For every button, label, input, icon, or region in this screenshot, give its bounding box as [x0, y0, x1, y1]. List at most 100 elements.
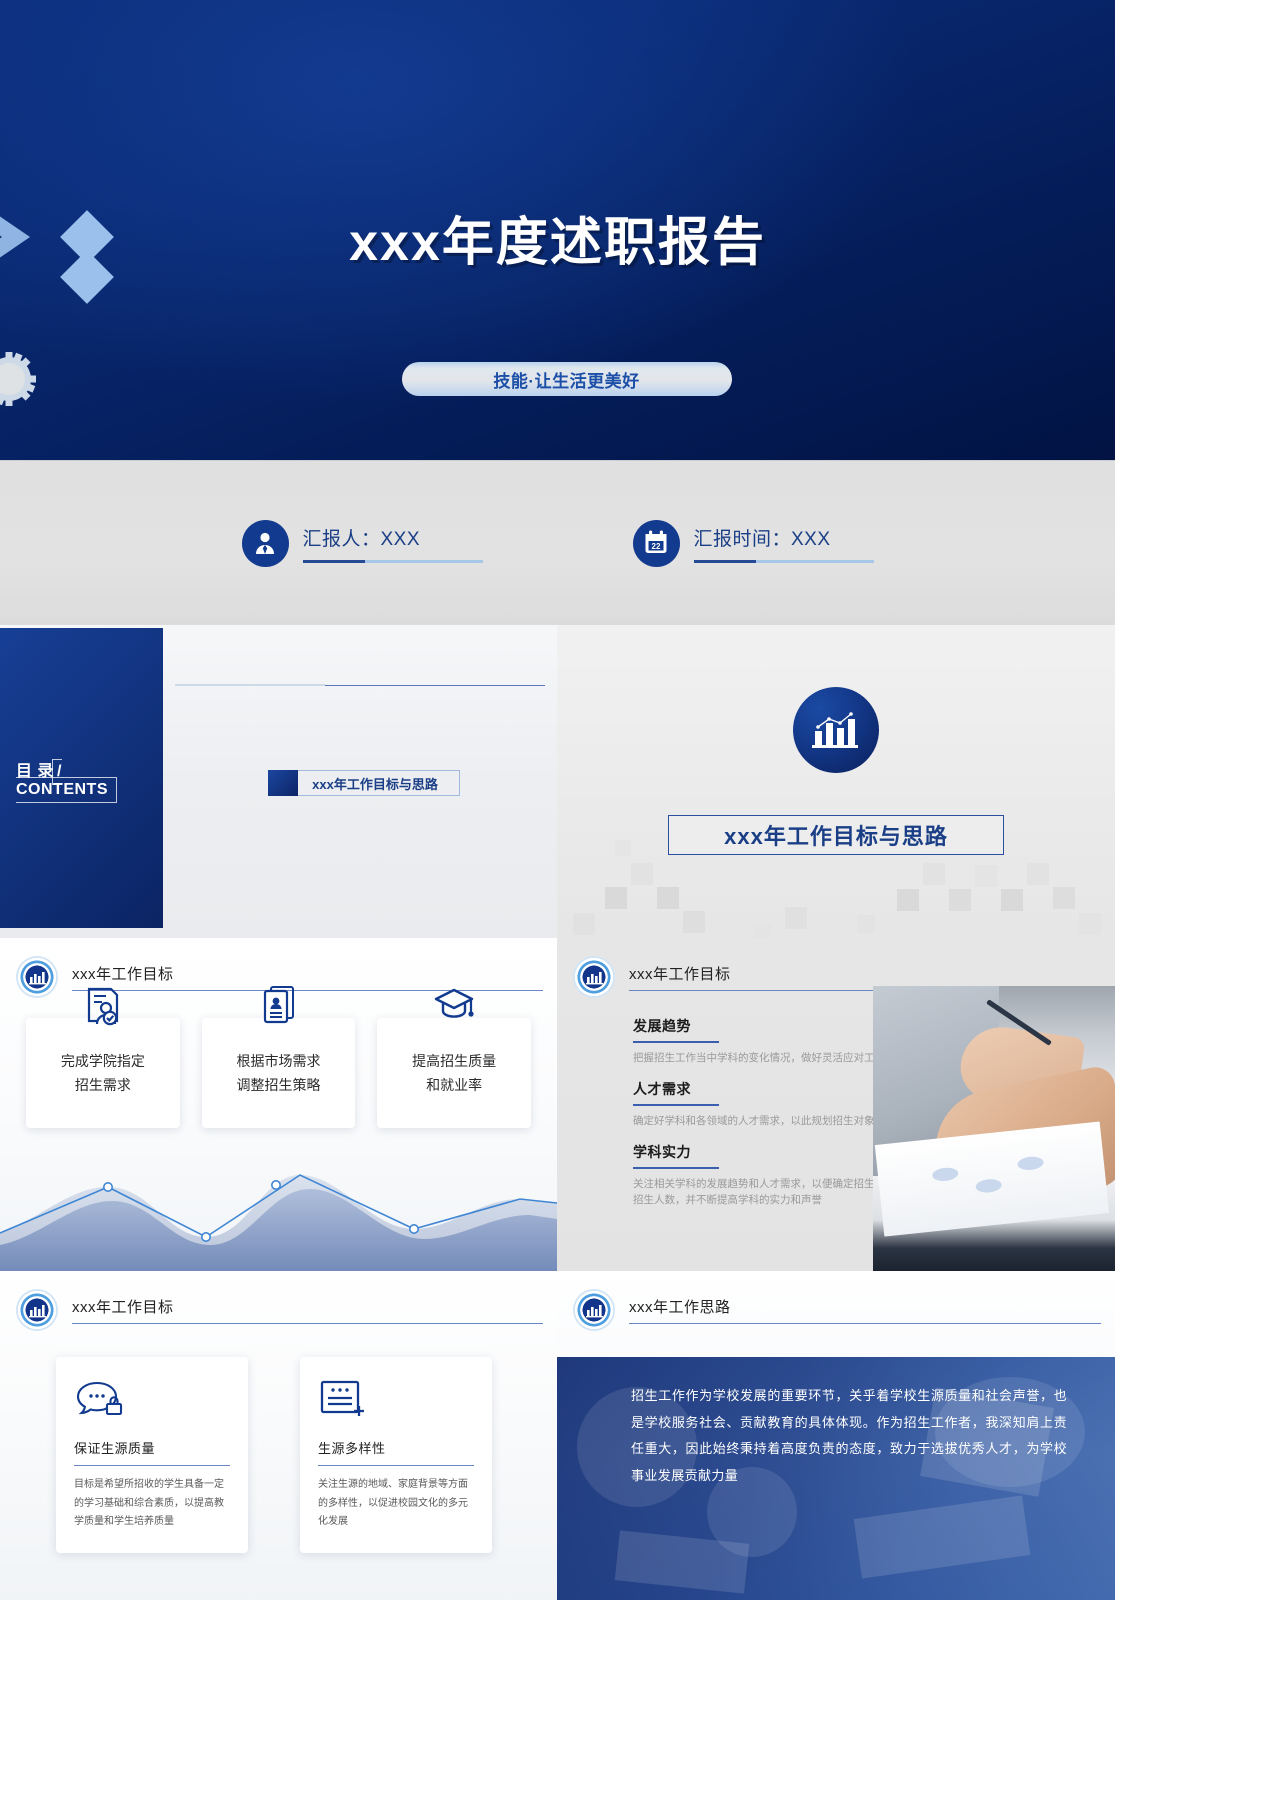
ideas-panel-header: xxx年工作思路: [573, 1289, 1101, 1331]
quality-card-desc: 目标是希望所招收的学生具备一定的学习基础和综合素质，以提高教学质量和学生培养质量: [74, 1479, 224, 1527]
quality-panel-underline: [72, 1323, 543, 1324]
quality-card[interactable]: 生源多样性 关注生源的地域、家庭背景等方面的多样性，以促进校园文化的多元化发展: [300, 1357, 492, 1553]
ideas-panel-underline: [629, 1323, 1101, 1324]
calendar-day: 22: [652, 542, 661, 551]
bar-chart-icon: [793, 687, 879, 773]
contents-left-panel: 目 录 / CONTENTS xxx年工作目标与思路: [0, 625, 557, 938]
goals-panel: xxx年工作目标 完成学院指定 招生需求 根据市场需求 调整招生策略 提高招生质…: [0, 938, 557, 1271]
goal-card-line2: 招生需求: [74, 1077, 131, 1093]
id-card-person-icon: [82, 984, 124, 1031]
toc-entry-1-label: xxx年工作目标与思路: [312, 776, 438, 792]
quality-card-underline: [74, 1465, 230, 1466]
person-icon-glyph: [256, 532, 274, 554]
bar-chart-icon-glyph: [812, 712, 858, 748]
badge-card-glyph: [263, 986, 294, 1024]
ideas-paragraph: 招生工作作为学校发展的重要环节，关乎着学校生源质量和社会声誉，也是学校服务社会、…: [631, 1388, 1067, 1483]
trend-item-accent: [633, 1103, 719, 1106]
goal-card-line1: 提高招生质量: [412, 1052, 497, 1069]
quality-card-list: 保证生源质量 目标是希望所招收的学生具备一定的学习基础和综合素质，以提高教学质量…: [56, 1357, 492, 1553]
ideas-panel: xxx年工作思路 招生工作作为学校发展的重要环节，关乎着学校生源质量和社会声誉，…: [557, 1271, 1115, 1600]
goal-card[interactable]: 根据市场需求 调整招生策略: [201, 986, 356, 1128]
date-label: 汇报时间：XXX: [693, 528, 831, 550]
section-title-box: xxx年工作目标与思路: [668, 815, 1004, 855]
add-note-icon: [318, 1379, 474, 1422]
presenter-label: 汇报人：XXX: [302, 528, 421, 550]
quality-card[interactable]: 保证生源质量 目标是希望所招收的学生具备一定的学习基础和综合素质，以提高教学质量…: [56, 1357, 248, 1553]
goal-card-list: 完成学院指定 招生需求 根据市场需求 调整招生策略 提高招生质量 和就业率: [26, 986, 532, 1128]
wave-decoration: [0, 1174, 557, 1271]
presentation-deck: xxx年度述职报告 技能·让生活更美好 汇报人：XXX 22 汇报时间：XXX …: [0, 0, 1115, 1800]
bar-chart-ring-icon: [573, 956, 615, 998]
cover-title: xxx年度述职报告: [349, 214, 766, 272]
calendar-icon-glyph: 22: [645, 530, 667, 553]
trend-item-desc: 把握招生工作当中学科的变化情况，做好灵活应对工作: [633, 1052, 885, 1064]
goal-card-line2: 调整招生策略: [236, 1077, 321, 1093]
trend-item: 发展趋势 把握招生工作当中学科的变化情况，做好灵活应对工作: [633, 1016, 911, 1067]
quality-and-ideas-row: xxx年工作目标 保证生源质量 目标是希望所招收的学生具备一定的学习基础和综合素…: [0, 1271, 1115, 1600]
bar-chart-ring-glyph: [28, 971, 46, 984]
goals-and-trends-row: xxx年工作目标 完成学院指定 招生需求 根据市场需求 调整招生策略 提高招生质…: [0, 938, 1115, 1271]
cover-badge-text: 技能·让生活更美好: [493, 371, 640, 391]
goals-panel-title: xxx年工作目标: [72, 966, 174, 983]
trend-item-list: 发展趋势 把握招生工作当中学科的变化情况，做好灵活应对工作 人才需求 确定好学科…: [633, 1016, 911, 1221]
trend-item-accent: [633, 1166, 719, 1169]
toc-divider-accent: [175, 684, 325, 686]
bar-chart-ring-icon: [16, 1289, 58, 1331]
contents-slide: 目 录 / CONTENTS xxx年工作目标与思路 xxx年工作目标与思路: [0, 625, 1115, 938]
quality-card-underline: [318, 1465, 474, 1466]
trend-item: 人才需求 确定好学科和各领域的人才需求，以此规划招生对象和人数: [633, 1079, 911, 1130]
badge-card-icon: [258, 984, 300, 1031]
graduation-cap-glyph: [434, 988, 474, 1018]
bar-chart-ring-icon: [573, 1289, 615, 1331]
id-card-person-glyph: [87, 987, 118, 1026]
quality-card-desc: 关注生源的地域、家庭背景等方面的多样性，以促进校园文化的多元化发展: [318, 1479, 468, 1527]
trend-item: 学科实力 关注相关学科的发展趋势和人才需求，以便确定招生学科和招生人数，并不断提…: [633, 1142, 911, 1210]
ideas-photo-background: 招生工作作为学校发展的重要环节，关乎着学校生源质量和社会声誉，也是学校服务社会、…: [557, 1357, 1115, 1600]
bar-chart-ring-glyph: [585, 971, 603, 984]
calendar-icon: 22: [632, 519, 680, 567]
trend-item-accent: [633, 1041, 719, 1043]
quality-panel: xxx年工作目标 保证生源质量 目标是希望所招收的学生具备一定的学习基础和综合素…: [0, 1271, 557, 1600]
trend-item-desc: 关注相关学科的发展趋势和人才需求，以便确定招生学科和招生人数，并不断提高学科的实…: [633, 1177, 906, 1207]
trends-panel-title: xxx年工作目标: [629, 966, 731, 983]
toc-label: 目 录 / CONTENTS: [16, 757, 163, 803]
presenter-meta-bar: 汇报人：XXX 22 汇报时间：XXX: [0, 460, 1115, 625]
quality-panel-title: xxx年工作目标: [72, 1299, 174, 1316]
date-rule: [693, 559, 874, 563]
chat-lock-glyph: [76, 1381, 123, 1416]
goal-card-line2: 和就业率: [426, 1077, 483, 1093]
goal-card-line1: 完成学院指定: [60, 1052, 145, 1069]
toc-entry-1[interactable]: xxx年工作目标与思路: [268, 770, 460, 796]
goal-card[interactable]: 完成学院指定 招生需求: [26, 987, 180, 1128]
person-icon: [241, 519, 289, 567]
goal-card[interactable]: 提高招生质量 和就业率: [377, 988, 532, 1128]
quality-card-title: 生源多样性: [318, 1441, 386, 1456]
trend-item-title: 学科实力: [633, 1143, 691, 1160]
section-title: xxx年工作目标与思路: [724, 824, 948, 849]
gear-icon: [0, 352, 36, 406]
bar-chart-ring-glyph: [28, 1304, 46, 1317]
trends-panel: xxx年工作目标 发展趋势 把握招生工作当中学科的变化情况，做好灵活应对工作 人…: [557, 938, 1115, 1271]
trend-item-title: 人才需求: [633, 1080, 691, 1097]
chat-lock-icon: [74, 1379, 230, 1422]
bar-chart-ring-glyph: [585, 1304, 603, 1317]
trend-item-desc: 确定好学科和各领域的人才需求，以此规划招生对象和人数: [633, 1114, 906, 1127]
cover-badge-bar: 技能·让生活更美好: [401, 362, 732, 396]
mosaic-decoration: [557, 625, 1115, 938]
meeting-photo: [873, 986, 1115, 1271]
ideas-panel-title: xxx年工作思路: [629, 1299, 731, 1316]
add-note-glyph: [320, 1380, 364, 1416]
graduation-cap-icon: [432, 984, 476, 1029]
cover-slide: xxx年度述职报告 技能·让生活更美好: [0, 0, 1115, 460]
toc-panel: 目 录 / CONTENTS: [0, 628, 163, 928]
goal-card-line1: 根据市场需求: [236, 1052, 321, 1069]
presenter-rule: [302, 559, 483, 563]
presenter-block: 汇报人：XXX: [241, 519, 483, 567]
trend-item-title: 发展趋势: [633, 1018, 691, 1034]
date-block: 22 汇报时间：XXX: [632, 519, 874, 567]
section-divider-slide: xxx年工作目标与思路: [557, 625, 1115, 938]
bar-chart-ring-icon: [16, 956, 58, 998]
quality-panel-header: xxx年工作目标: [16, 1289, 543, 1331]
quality-card-title: 保证生源质量: [74, 1441, 156, 1456]
cover-badge: 技能·让生活更美好: [0, 352, 1115, 406]
